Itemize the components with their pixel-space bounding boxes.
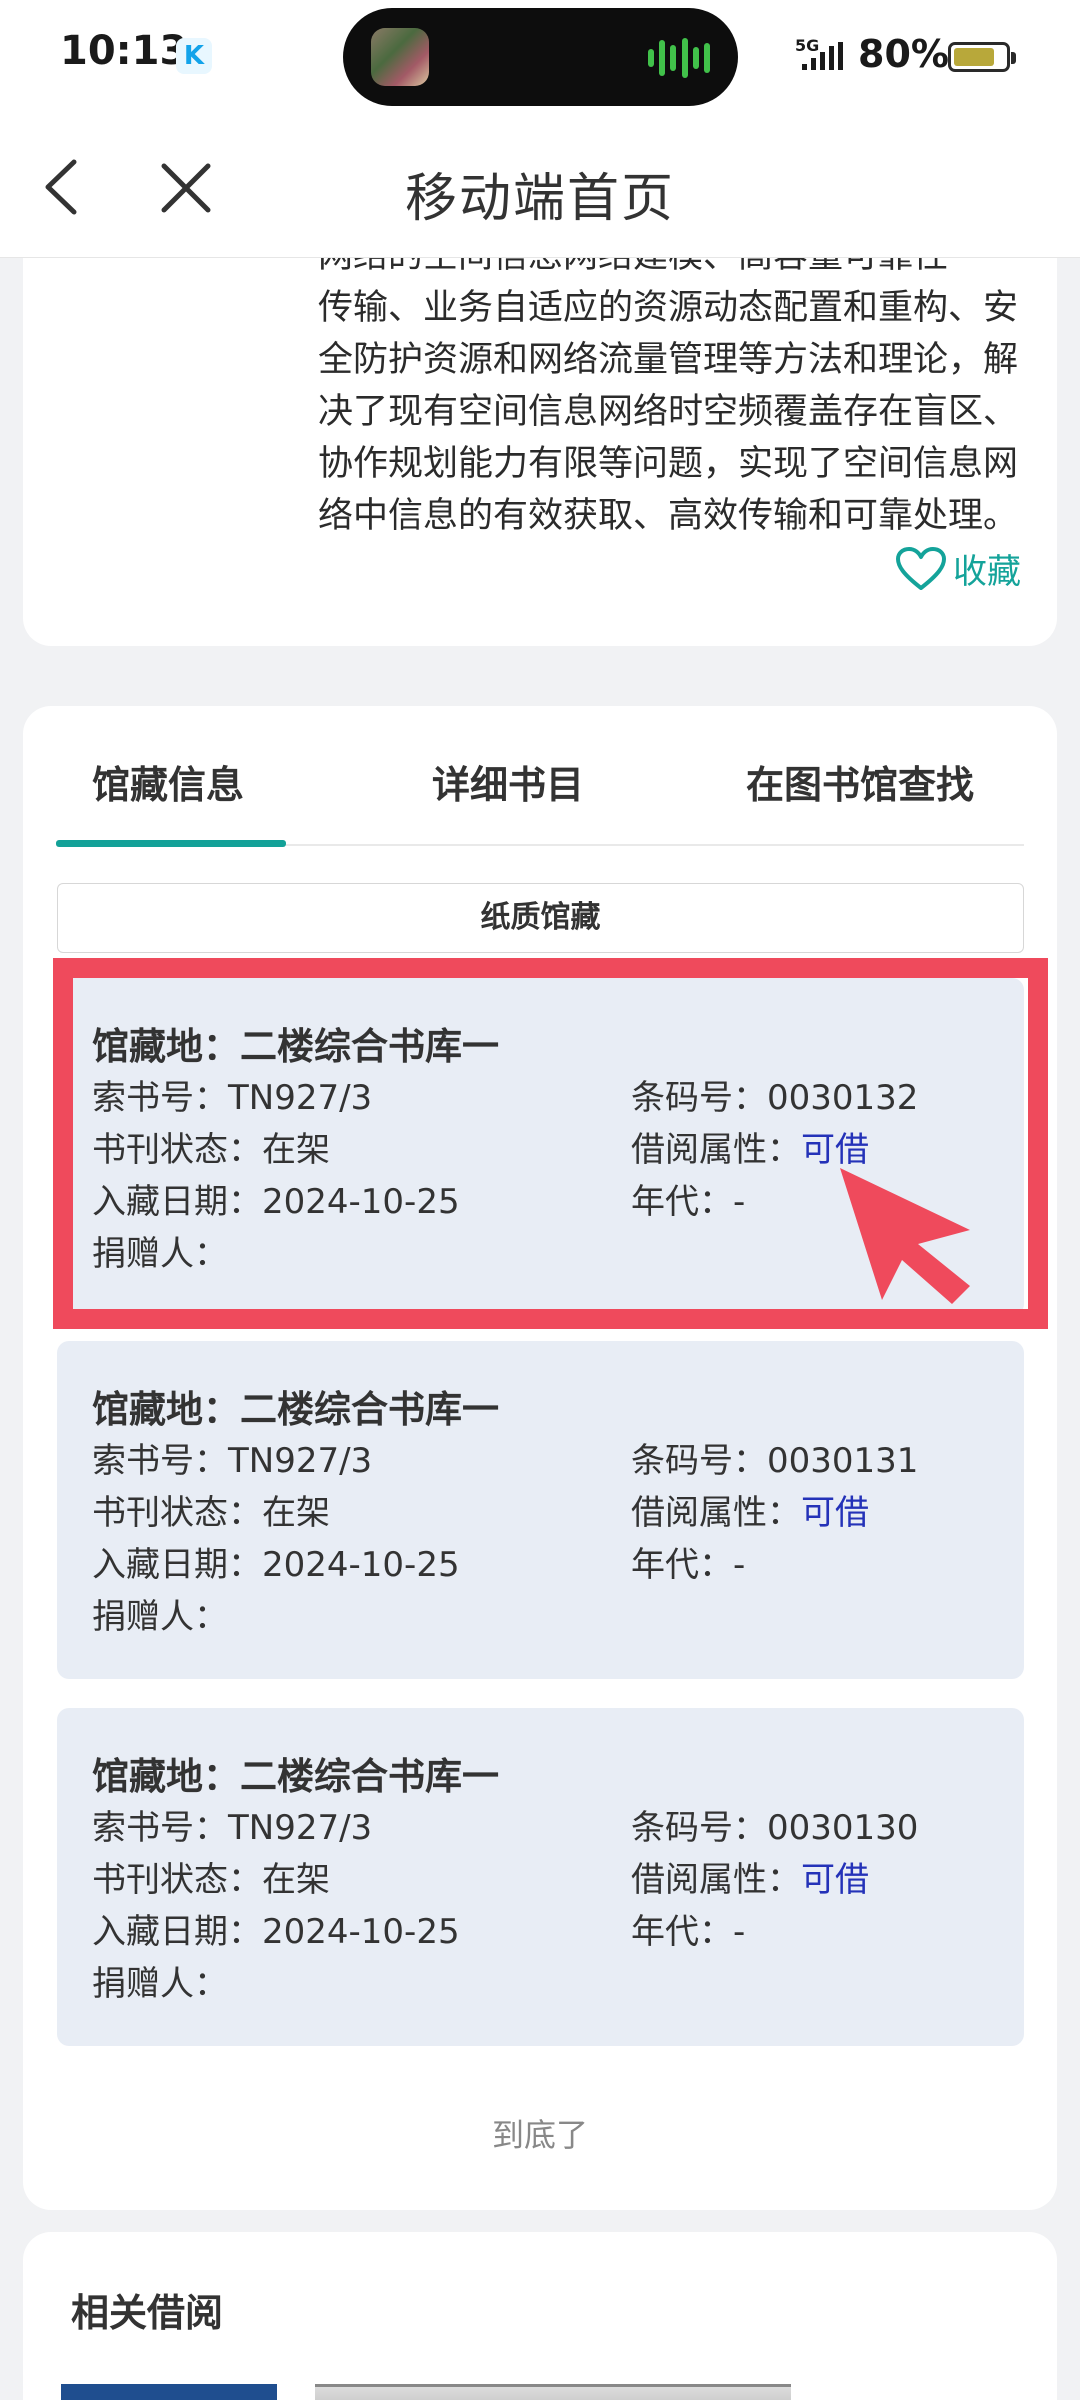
record-location: 馆藏地：二楼综合书库一 — [92, 1388, 499, 1431]
heart-icon — [896, 546, 946, 590]
related-book-cover[interactable] — [61, 2384, 277, 2400]
audio-wave-icon — [648, 36, 710, 80]
description-line: 决了现有空间信息网络时空频覆盖存在盲区、 — [318, 392, 1019, 432]
loan-label: 借阅属性： — [631, 1493, 801, 1533]
holding-record[interactable]: 馆藏地：二楼综合书库一 索书号：TN927/3 条码号：0030131 书刊状态… — [57, 1341, 1024, 1679]
tab-bar: 馆藏信息 详细书目 在图书馆查找 — [56, 706, 1024, 847]
related-book-cover[interactable] — [315, 2384, 791, 2400]
related-card: 相关借阅 — [23, 2232, 1057, 2400]
status-time: 10:13 — [60, 28, 188, 74]
favorite-label: 收藏 — [953, 552, 1021, 592]
tab-detailed-catalog[interactable]: 详细书目 — [432, 754, 584, 809]
description-card: 网络的空间信息网络建模、高容量可靠性 传输、业务自适应的资源动态配置和重构、安 … — [23, 258, 1057, 646]
record-barcode: 条码号：0030131 — [631, 1441, 919, 1481]
record-donor: 捐赠人： — [92, 1597, 228, 1637]
record-date: 入藏日期：2024-10-25 — [92, 1545, 460, 1585]
related-title: 相关借阅 — [71, 2291, 224, 2335]
active-tab-indicator — [56, 840, 286, 847]
holding-record[interactable]: 馆藏地：二楼综合书库一 索书号：TN927/3 条码号：0030130 书刊状态… — [57, 1708, 1024, 2046]
record-era: 年代：- — [631, 1912, 746, 1952]
loan-label: 借阅属性： — [631, 1860, 801, 1900]
record-loan-attribute: 借阅属性：可借 — [631, 1485, 869, 1534]
signal-icon — [802, 42, 843, 70]
description-text: 网络的空间信息网络建模、高容量可靠性 传输、业务自适应的资源动态配置和重构、安 … — [318, 258, 1038, 542]
description-line: 协作规划能力有限等问题，实现了空间信息网 — [318, 444, 1019, 484]
record-loan-attribute: 借阅属性：可借 — [631, 1852, 869, 1901]
description-line: 网络的空间信息网络建模、高容量可靠性 — [318, 258, 1038, 282]
k-app-icon: K — [176, 38, 212, 74]
record-date: 入藏日期：2024-10-25 — [92, 1912, 460, 1952]
record-status: 书刊状态：在架 — [92, 1493, 330, 1533]
holdings-card: 馆藏信息 详细书目 在图书馆查找 纸质馆藏 馆藏地：二楼综合书库一 索书号：TN… — [23, 706, 1057, 2210]
record-location: 馆藏地：二楼综合书库一 — [92, 1755, 499, 1798]
loan-available: 可借 — [801, 1860, 869, 1900]
nav-bar: 移动端首页 — [0, 118, 1080, 258]
battery-percent: 80% — [858, 32, 949, 76]
record-donor: 捐赠人： — [92, 1964, 228, 2004]
battery-icon — [948, 42, 1016, 72]
favorite-button[interactable]: 收藏 — [895, 544, 1021, 593]
page-title: 移动端首页 — [404, 169, 675, 229]
description-line: 传输、业务自适应的资源动态配置和重构、安 — [318, 288, 1019, 328]
record-barcode: 条码号：0030130 — [631, 1808, 919, 1848]
arrow-pointer-icon — [840, 1168, 970, 1304]
media-thumbnail — [371, 28, 429, 86]
description-line: 全防护资源和网络流量管理等方法和理论，解 — [318, 340, 1019, 380]
battery-fill — [954, 48, 994, 66]
record-call-number: 索书号：TN927/3 — [92, 1441, 373, 1481]
tab-find-in-library[interactable]: 在图书馆查找 — [746, 754, 974, 809]
loan-available: 可借 — [801, 1493, 869, 1533]
record-status: 书刊状态：在架 — [92, 1860, 330, 1900]
end-of-list-text: 到底了 — [491, 2116, 588, 2154]
dynamic-island — [343, 8, 738, 106]
status-bar: 10:13 K 5G 80% — [0, 0, 1080, 118]
record-era: 年代：- — [631, 1545, 746, 1585]
paper-holdings-tab[interactable]: 纸质馆藏 — [57, 883, 1024, 953]
tab-holdings-info[interactable]: 馆藏信息 — [92, 754, 244, 809]
description-line: 络中信息的有效获取、高效传输和可靠处理。 — [318, 496, 1019, 536]
record-call-number: 索书号：TN927/3 — [92, 1808, 373, 1848]
